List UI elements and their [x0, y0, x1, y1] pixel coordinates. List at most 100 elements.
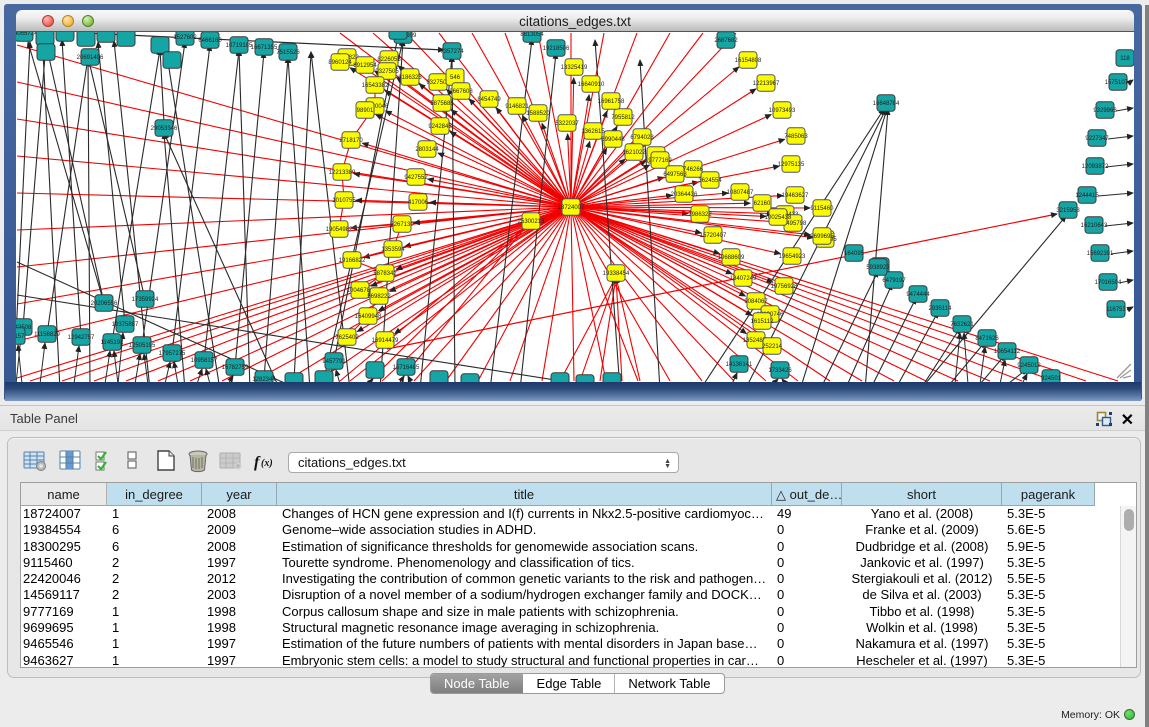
- svg-text:7515526: 7515526: [276, 50, 300, 56]
- svg-text:17016504: 17016504: [1095, 280, 1122, 286]
- svg-text:9245012: 9245012: [1017, 363, 1041, 369]
- svg-text:1615112: 1615112: [751, 319, 775, 325]
- svg-text:14055724: 14055724: [16, 32, 38, 37]
- svg-text:6466160: 6466160: [198, 38, 222, 44]
- svg-text:10688609: 10688609: [718, 255, 745, 261]
- svg-text:7485063: 7485063: [784, 134, 808, 140]
- svg-text:8186328: 8186328: [398, 75, 422, 81]
- svg-text:417006: 417006: [408, 200, 429, 206]
- svg-text:6497568: 6497568: [663, 172, 687, 178]
- svg-text:924501: 924501: [1041, 376, 1062, 382]
- svg-text:8471626: 8471626: [975, 336, 999, 342]
- svg-text:16210643: 16210643: [1081, 223, 1108, 229]
- svg-text:7955812: 7955812: [611, 115, 635, 121]
- svg-text:7632621: 7632621: [950, 322, 974, 328]
- svg-text:5938923: 5938923: [866, 265, 890, 271]
- svg-text:8454749: 8454749: [477, 97, 501, 103]
- svg-text:252214: 252214: [762, 344, 783, 350]
- svg-text:12213967: 12213967: [753, 81, 780, 87]
- svg-text:7986322: 7986322: [688, 212, 712, 218]
- svg-text:16640910: 16640910: [578, 82, 605, 88]
- svg-text:1362615: 1362615: [581, 129, 605, 135]
- svg-text:6479197: 6479197: [882, 278, 906, 284]
- svg-text:9242848: 9242848: [428, 124, 452, 130]
- svg-text:12975135: 12975135: [778, 162, 805, 168]
- svg-text:9146821: 9146821: [505, 104, 529, 110]
- svg-text:19338454: 19338454: [603, 271, 630, 277]
- svg-text:(x): (x): [261, 458, 273, 469]
- svg-text:1621022: 1621022: [622, 150, 646, 156]
- svg-text:15692391: 15692391: [1087, 251, 1114, 257]
- svg-text:13325419: 13325419: [561, 65, 588, 71]
- svg-text:19218506: 19218506: [543, 46, 570, 52]
- svg-text:19756928: 19756928: [771, 284, 798, 290]
- svg-text:17359924: 17359924: [132, 297, 159, 303]
- svg-text:12505195: 12505195: [129, 343, 156, 349]
- svg-text:16961758: 16961758: [598, 99, 625, 105]
- svg-text:7357274: 7357274: [440, 49, 464, 55]
- svg-text:9699695: 9699695: [810, 234, 834, 240]
- svg-text:20364436: 20364436: [671, 192, 698, 198]
- svg-text:12213389: 12213389: [329, 170, 356, 176]
- svg-text:1282344: 1282344: [252, 377, 276, 382]
- svg-text:9329966: 9329966: [1093, 108, 1117, 114]
- svg-text:1588520: 1588520: [526, 111, 550, 117]
- svg-text:16648784: 16648784: [873, 101, 900, 107]
- svg-text:10958157: 10958157: [191, 358, 218, 364]
- svg-text:5322037: 5322037: [555, 121, 579, 127]
- svg-text:9084067: 9084067: [744, 299, 768, 305]
- svg-text:10807487: 10807487: [727, 190, 754, 196]
- svg-text:16671355: 16671355: [251, 45, 278, 51]
- svg-text:19463627: 19463627: [782, 193, 809, 199]
- svg-text:10973493: 10973493: [769, 108, 796, 114]
- svg-text:16409948: 16409948: [355, 314, 382, 320]
- svg-text:9427552: 9427552: [404, 175, 428, 181]
- svg-text:1733426: 1733426: [768, 368, 792, 374]
- svg-text:16914479: 16914479: [372, 338, 399, 344]
- svg-text:16543382: 16543382: [362, 83, 389, 89]
- svg-text:62160: 62160: [754, 201, 771, 207]
- svg-text:2687682: 2687682: [714, 38, 738, 44]
- svg-text:8813054: 8813054: [520, 32, 544, 38]
- svg-text:16154808: 16154808: [735, 58, 762, 64]
- svg-text:8960124: 8960124: [328, 60, 352, 66]
- svg-text:15716485: 15716485: [393, 365, 420, 371]
- svg-text:39157: 39157: [16, 334, 25, 340]
- svg-text:10719185: 10719185: [226, 43, 253, 49]
- svg-text:118: 118: [1120, 56, 1130, 62]
- svg-text:9227347: 9227347: [1085, 136, 1109, 142]
- svg-text:6794028: 6794028: [630, 135, 654, 141]
- svg-text:2935114: 2935114: [929, 306, 953, 312]
- svg-text:19054982: 19054982: [326, 227, 353, 233]
- svg-text:14136141: 14136141: [726, 362, 753, 368]
- svg-text:19654923: 19654923: [779, 254, 806, 260]
- svg-text:9457791: 9457791: [322, 359, 346, 365]
- svg-text:2667608: 2667608: [449, 89, 473, 95]
- svg-text:9777169: 9777169: [648, 158, 672, 164]
- svg-text:10654112: 10654112: [994, 349, 1021, 355]
- svg-text:5875685: 5875685: [430, 101, 454, 107]
- svg-text:1527602: 1527602: [173, 35, 197, 41]
- svg-text:18407249: 18407249: [730, 276, 757, 282]
- svg-text:2718170: 2718170: [339, 138, 363, 144]
- svg-text:1010755: 1010755: [332, 198, 356, 204]
- svg-text:546: 546: [450, 75, 461, 81]
- svg-text:20206556: 20206556: [91, 301, 118, 307]
- svg-text:2803144: 2803144: [415, 147, 439, 153]
- svg-text:10375887: 10375887: [112, 322, 139, 328]
- svg-text:9474444: 9474444: [906, 292, 930, 298]
- svg-text:12942757: 12942757: [68, 335, 95, 341]
- svg-text:3215958: 3215958: [1056, 208, 1080, 214]
- svg-text:10025438: 10025438: [765, 215, 792, 221]
- svg-text:11156829: 11156829: [34, 332, 60, 338]
- svg-text:1353594: 1353594: [381, 247, 405, 253]
- svg-text:1145191: 1145191: [101, 340, 125, 346]
- svg-text:164095: 164095: [844, 251, 865, 257]
- svg-text:5698222: 5698222: [367, 294, 391, 300]
- svg-text:9327505: 9327505: [375, 69, 399, 75]
- svg-text:29053346: 29053346: [151, 126, 178, 132]
- svg-text:116753: 116753: [1106, 307, 1126, 313]
- svg-text:25300213: 25300213: [518, 219, 545, 225]
- svg-text:17957275: 17957275: [159, 351, 186, 357]
- svg-text:20691406: 20691406: [77, 55, 104, 61]
